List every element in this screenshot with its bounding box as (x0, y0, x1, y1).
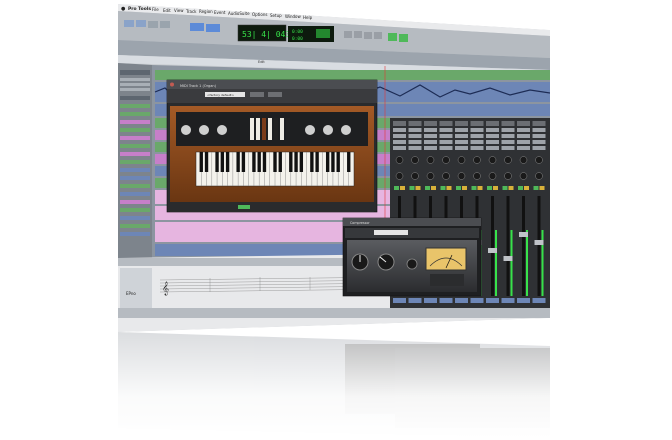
drawbars[interactable] (250, 118, 290, 140)
organ-plugin-title: MIDI Track 1 (Organ) (180, 84, 217, 88)
black-key[interactable] (241, 152, 246, 172)
score-track-name: EPno (126, 291, 136, 296)
tool-trim-button[interactable] (136, 20, 146, 27)
treble-clef-icon: 𝄞 (162, 281, 169, 295)
organ-plugin-window: MIDI Track 1 (Organ) <factory default> (166, 79, 378, 213)
sub-counter-b: 0:00 (292, 36, 303, 42)
pro-tools-promo-scene: ● Pro Tools File Edit View Track Region … (0, 4, 672, 440)
menu-edit[interactable]: Edit (163, 8, 171, 13)
black-key[interactable] (331, 152, 335, 172)
compressor-title: Compressor (350, 221, 370, 225)
black-key[interactable] (199, 152, 203, 172)
black-key[interactable] (215, 152, 219, 172)
black-key[interactable] (278, 152, 282, 172)
loop-button[interactable] (388, 33, 397, 41)
black-key[interactable] (262, 152, 267, 172)
black-key[interactable] (310, 152, 314, 172)
black-key[interactable] (273, 152, 277, 172)
compare-button[interactable] (250, 92, 264, 97)
mini-timeline-label: Edit (258, 60, 265, 64)
menu-view[interactable]: View (174, 8, 184, 13)
close-icon[interactable] (170, 82, 174, 87)
reflection-fade (0, 332, 672, 440)
online-button[interactable] (399, 34, 408, 42)
tool-select-button[interactable] (148, 21, 158, 28)
tool-smart-button[interactable] (190, 23, 204, 31)
apple-icon[interactable]: ● (121, 6, 126, 12)
stop-icon[interactable] (354, 31, 362, 38)
menu-help[interactable]: Help (303, 15, 313, 20)
menu-region[interactable]: Region (199, 9, 213, 14)
black-key[interactable] (236, 152, 240, 172)
vu-meter-icon (425, 247, 467, 271)
score-track-header[interactable] (120, 268, 152, 314)
main-counter[interactable]: 53| 4| 043 (242, 30, 290, 39)
menu-event[interactable]: Event (214, 10, 226, 15)
sub-counter-a: 0:00 (292, 29, 303, 35)
black-key[interactable] (204, 152, 209, 172)
black-key[interactable] (325, 152, 330, 172)
black-key[interactable] (225, 152, 230, 172)
compressor-preset-selector[interactable] (374, 230, 408, 235)
black-key[interactable] (299, 152, 304, 172)
tool-zoom-button[interactable] (124, 20, 134, 27)
transport-counter: 53| 4| 043 0:00 0:00 (237, 24, 334, 42)
black-key[interactable] (289, 152, 293, 172)
black-key[interactable] (347, 152, 351, 172)
black-key[interactable] (252, 152, 256, 172)
audio-region[interactable] (155, 70, 550, 80)
black-key[interactable] (336, 152, 340, 172)
menu-window[interactable]: Window (285, 14, 302, 19)
rewind-button[interactable] (344, 31, 352, 38)
tool-grab-button[interactable] (160, 21, 170, 28)
menu-options[interactable]: Options (252, 12, 267, 17)
black-key[interactable] (315, 152, 319, 172)
record-icon[interactable] (374, 32, 382, 39)
tool-pencil-button[interactable] (206, 24, 220, 32)
compressor-plugin-window: Compressor (342, 217, 482, 297)
black-keys (199, 152, 351, 172)
play-icon[interactable] (364, 32, 372, 39)
black-key[interactable] (257, 152, 261, 172)
black-key[interactable] (220, 152, 225, 172)
bypass-button[interactable] (268, 92, 282, 97)
menu-app-name[interactable]: Pro Tools (128, 6, 151, 12)
menu-audiosuite[interactable]: AudioSuite (228, 11, 250, 16)
preset-label: <factory default> (207, 93, 235, 97)
menu-track[interactable]: Track (185, 9, 197, 14)
black-key[interactable] (294, 152, 298, 172)
menu-file[interactable]: File (152, 7, 159, 12)
menu-setup[interactable]: Setup (270, 13, 282, 18)
